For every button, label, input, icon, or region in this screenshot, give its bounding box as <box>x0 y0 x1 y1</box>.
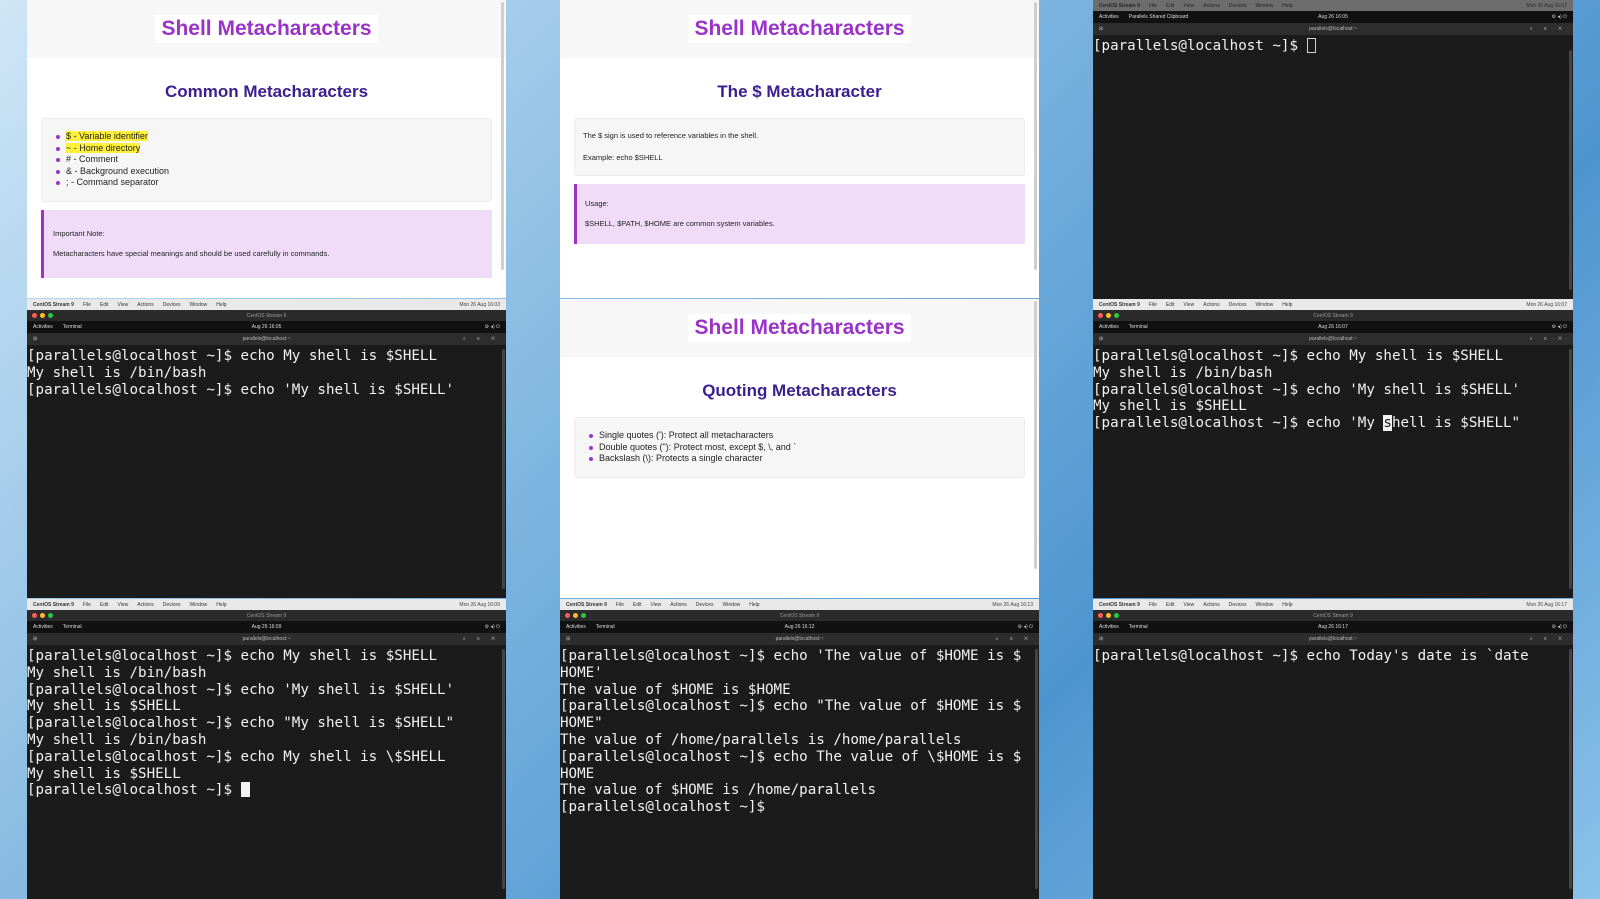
gnome-topbar: Activities Terminal Aug 26 16:09 ⚙ ◂) ⏻ <box>27 621 506 633</box>
info-line: The $ sign is used to reference variable… <box>583 131 759 140</box>
slide-title: Shell Metacharacters <box>688 15 911 43</box>
vm-titlebar: CentOS Stream 9 <box>27 610 506 621</box>
terminal-output[interactable]: [parallels@localhost ~]$ echo My shell i… <box>27 345 506 398</box>
slide-subtitle: Quoting Metacharacters <box>702 381 897 400</box>
slide-quoting-metacharacters: Shell Metacharacters Quoting Metacharact… <box>560 299 1039 598</box>
slide-title: Shell Metacharacters <box>688 314 911 342</box>
usage-note: Usage: $SHELL, $PATH, $HOME are common s… <box>574 184 1025 244</box>
terminal-headerbar: ⊞ parallels@localhost:~ ⌕ ≡ ✕ <box>560 633 1039 645</box>
vm-titlebar: CentOS Stream 9 <box>27 310 506 321</box>
terminal-window-6[interactable]: CentOS Stream 9 File Edit View Actions Devic… <box>1093 599 1573 899</box>
list-item: Double quotes ("): Protect most, except … <box>587 442 1012 454</box>
terminal-output[interactable]: [parallels@localhost ~]$ <box>1093 35 1573 55</box>
slide-header: Shell Metacharacters <box>27 0 506 58</box>
slide-common-metacharacters: Shell Metacharacters Common Metacharacte… <box>27 0 506 298</box>
terminal-scrollbar[interactable] <box>1035 649 1038 889</box>
note-title: Important Note: <box>53 228 105 238</box>
terminal-headerbar: ⊞ parallels@localhost:~ ⌕ ≡ ✕ <box>27 633 506 645</box>
slide-subtitle: Common Metacharacters <box>164 82 369 101</box>
gnome-topbar: Activities Parallels Shared Clipboard Au… <box>1093 11 1573 23</box>
quoting-list-card: Single quotes ('): Protect all metachara… <box>574 417 1025 478</box>
info-card: The $ sign is used to reference variable… <box>574 118 1025 176</box>
list-item: # - Comment <box>54 154 479 166</box>
important-note: Important Note: Metacharacters have spec… <box>41 209 492 278</box>
mac-menubar: CentOS Stream 9 File Edit View Actions Devic… <box>27 299 506 310</box>
clock: Aug 26 16:05 <box>251 324 282 330</box>
terminal-scrollbar[interactable] <box>502 349 505 589</box>
slide-scrollbar[interactable] <box>501 2 504 270</box>
terminal-window-3[interactable]: CentOS Stream 9 File Edit View Actions Devic… <box>1093 299 1573 598</box>
slide-subtitle: The $ Metacharacter <box>717 82 882 101</box>
list-item: Single quotes ('): Protect all metachara… <box>587 430 1012 442</box>
slide-scrollbar[interactable] <box>1034 2 1037 270</box>
host-title: parallels@localhost:~ <box>1309 636 1357 642</box>
terminal-window-2[interactable]: CentOS Stream 9 File Edit View Actions Devic… <box>27 299 506 598</box>
gnome-topbar: Activities Terminal Aug 26 16:05 ⚙ ◂) ⏻ <box>27 321 506 333</box>
host-title: parallels@localhost:~ <box>242 636 291 642</box>
terminal-scrollbar[interactable] <box>1569 50 1572 290</box>
note-text: $SHELL, $PATH, $HOME are common system v… <box>585 219 775 228</box>
mac-menubar: CentOS Stream 9 File Edit View Actions Devic… <box>27 599 506 610</box>
gnome-topbar: Activities Terminal Aug 26 16:07 ⚙ ◂) ⏻ <box>1093 321 1573 333</box>
slide-header: Shell Metacharacters <box>560 299 1039 357</box>
gnome-topbar: Activities Terminal Aug 26 16:17 ⚙ ◂) ⏻ <box>1093 621 1573 633</box>
terminal-output[interactable]: [parallels@localhost ~]$ echo My shell i… <box>27 645 506 799</box>
mac-menubar: CentOS Stream 9 File Edit View Actions Devic… <box>1093 0 1573 11</box>
info-line: Example: echo $SHELL <box>583 153 663 162</box>
terminal-output[interactable]: [parallels@localhost ~]$ echo 'The value… <box>560 645 1039 816</box>
terminal-headerbar: ⊞ parallels@localhost:~ ⌕ ≡ ✕ <box>1093 633 1573 645</box>
list-item: ; - Command separator <box>54 177 479 189</box>
clock: Aug 26 16:05 <box>1318 14 1348 20</box>
terminal-scrollbar[interactable] <box>1569 349 1572 589</box>
terminal-output[interactable]: [parallels@localhost ~]$ echo Today's da… <box>1093 645 1573 665</box>
list-item: & - Background execution <box>54 166 479 178</box>
clock: Aug 26 16:07 <box>1318 324 1348 330</box>
list-item: ~ - Home directory <box>54 142 479 155</box>
gnome-topbar: Activities Terminal Aug 26 16:12 ⚙ ◂) ⏻ <box>560 621 1039 633</box>
text-cursor <box>1306 38 1316 53</box>
list-item: Backslash (\): Protects a single charact… <box>587 453 1012 465</box>
terminal-headerbar: ⊞ parallels@localhost:~ ⌕ ≡ ✕ <box>27 333 506 345</box>
slide-header: Shell Metacharacters <box>560 0 1039 58</box>
host-title: parallels@localhost:~ <box>242 336 291 342</box>
text-cursor <box>240 782 250 798</box>
clock: Aug 26 16:17 <box>1318 624 1348 630</box>
vm-titlebar: CentOS Stream 9 <box>560 610 1039 621</box>
slide-title: Shell Metacharacters <box>155 15 378 43</box>
mac-menubar: CentOS Stream 9 File Edit View Actions Devic… <box>1093 599 1573 610</box>
note-title: Usage: <box>585 199 609 208</box>
host-title: parallels@localhost:~ <box>1309 336 1357 342</box>
slide-scrollbar[interactable] <box>1034 301 1037 569</box>
terminal-window-4[interactable]: CentOS Stream 9 File Edit View Actions Devic… <box>27 599 506 899</box>
slide-dollar-metacharacter: Shell Metacharacters The $ Metacharacter… <box>560 0 1039 298</box>
list-item: $ - Variable identifier <box>54 131 479 143</box>
terminal-headerbar: ⊞ parallels@localhost:~ ⌕ ≡ ✕ <box>1093 23 1573 35</box>
note-text: Metacharacters have special meanings and… <box>53 248 330 258</box>
clock: Aug 26 16:12 <box>784 624 815 630</box>
text-cursor: s <box>1383 415 1392 432</box>
terminal-scrollbar[interactable] <box>1569 649 1572 889</box>
terminal-window-1[interactable]: CentOS Stream 9 File Edit View Actions Devic… <box>1093 0 1573 299</box>
host-title: parallels@localhost:~ <box>775 636 824 642</box>
metachar-list-card: $ - Variable identifier ~ - Home directo… <box>41 118 492 202</box>
mac-menubar: CentOS Stream 9 File Edit View Actions Devic… <box>1093 299 1573 310</box>
terminal-output[interactable]: [parallels@localhost ~]$ echo My shell i… <box>1093 345 1573 432</box>
vm-titlebar: CentOS Stream 9 <box>1093 610 1573 621</box>
vm-titlebar: CentOS Stream 9 <box>1093 310 1573 321</box>
terminal-headerbar: ⊞ parallels@localhost:~ ⌕ ≡ ✕ <box>1093 333 1573 345</box>
host-title: parallels@localhost:~ <box>1309 26 1357 32</box>
terminal-scrollbar[interactable] <box>502 649 505 889</box>
clock: Aug 26 16:09 <box>251 624 282 630</box>
terminal-window-5[interactable]: CentOS Stream 9 File Edit View Actions Devic… <box>560 599 1039 899</box>
mac-menubar: CentOS Stream 9 File Edit View Actions Devic… <box>560 599 1039 610</box>
